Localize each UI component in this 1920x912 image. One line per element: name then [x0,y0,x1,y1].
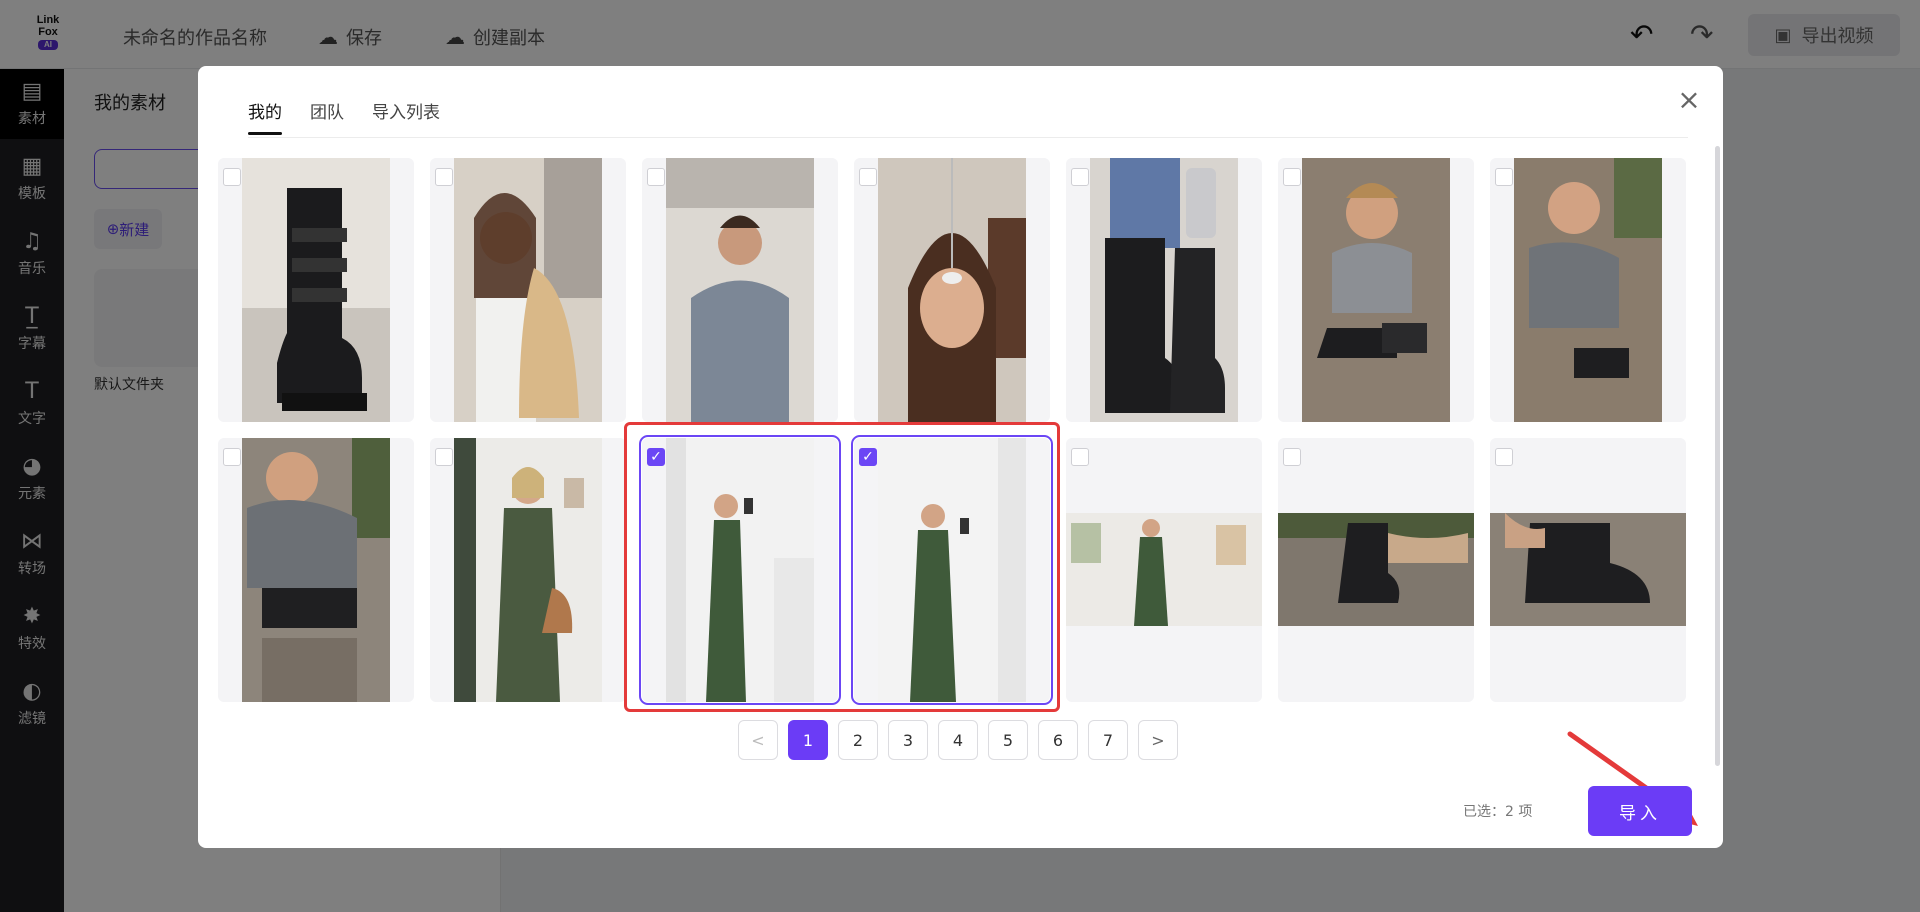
item-checkbox[interactable] [1071,168,1089,186]
item-checkbox[interactable] [223,448,241,466]
media-item-13[interactable] [1278,438,1474,702]
page-6-button[interactable]: 6 [1038,720,1078,760]
video-thumbnail [878,158,1026,422]
page-1-button[interactable]: 1 [788,720,828,760]
video-thumbnail [1302,158,1450,422]
item-checkbox[interactable] [1495,448,1513,466]
tab-team[interactable]: 团队 [310,98,344,123]
item-checkbox[interactable] [647,168,665,186]
media-item-12[interactable] [1066,438,1262,702]
video-thumbnail [1278,513,1474,626]
media-item-2[interactable] [430,158,626,422]
media-item-6[interactable] [1278,158,1474,422]
video-thumbnail [1090,158,1238,422]
tab-mine[interactable]: 我的 [248,98,282,135]
media-item-9[interactable] [430,438,626,702]
item-checkbox[interactable] [1283,448,1301,466]
import-material-modal: 我的 团队 导入列表 × ✓ ✓ < 1 2 3 4 5 6 7 > 已选：2 … [198,66,1723,848]
media-item-1[interactable] [218,158,414,422]
video-thumbnail [1490,513,1686,626]
close-icon[interactable]: × [1674,86,1704,116]
modal-tabs: 我的 团队 导入列表 [248,66,1688,138]
video-thumbnail [666,158,814,422]
modal-scrollbar[interactable] [1715,146,1720,766]
media-item-4[interactable] [854,158,1050,422]
video-thumbnail [454,158,602,422]
item-checkbox[interactable] [435,168,453,186]
item-checkbox[interactable] [435,448,453,466]
video-thumbnail [1514,158,1662,422]
media-item-8[interactable] [218,438,414,702]
item-checkbox[interactable] [223,168,241,186]
pagination: < 1 2 3 4 5 6 7 > [738,720,1178,760]
media-item-7[interactable] [1490,158,1686,422]
next-page-button[interactable]: > [1138,720,1178,760]
selected-count: 已选：2 项 [1463,804,1533,820]
item-checkbox[interactable] [1495,168,1513,186]
item-checkbox[interactable] [1071,448,1089,466]
page-3-button[interactable]: 3 [888,720,928,760]
prev-page-button[interactable]: < [738,720,778,760]
page-5-button[interactable]: 5 [988,720,1028,760]
video-thumbnail [242,438,390,702]
page-7-button[interactable]: 7 [1088,720,1128,760]
page-4-button[interactable]: 4 [938,720,978,760]
video-thumbnail [1066,513,1262,626]
media-item-14[interactable] [1490,438,1686,702]
selection-highlight-box [624,422,1060,712]
media-item-5[interactable] [1066,158,1262,422]
media-item-3[interactable] [642,158,838,422]
video-thumbnail [454,438,602,702]
item-checkbox[interactable] [1283,168,1301,186]
tab-import-list[interactable]: 导入列表 [372,98,440,123]
item-checkbox[interactable] [859,168,877,186]
video-thumbnail [242,158,390,422]
page-2-button[interactable]: 2 [838,720,878,760]
import-button[interactable]: 导入 [1588,786,1692,836]
